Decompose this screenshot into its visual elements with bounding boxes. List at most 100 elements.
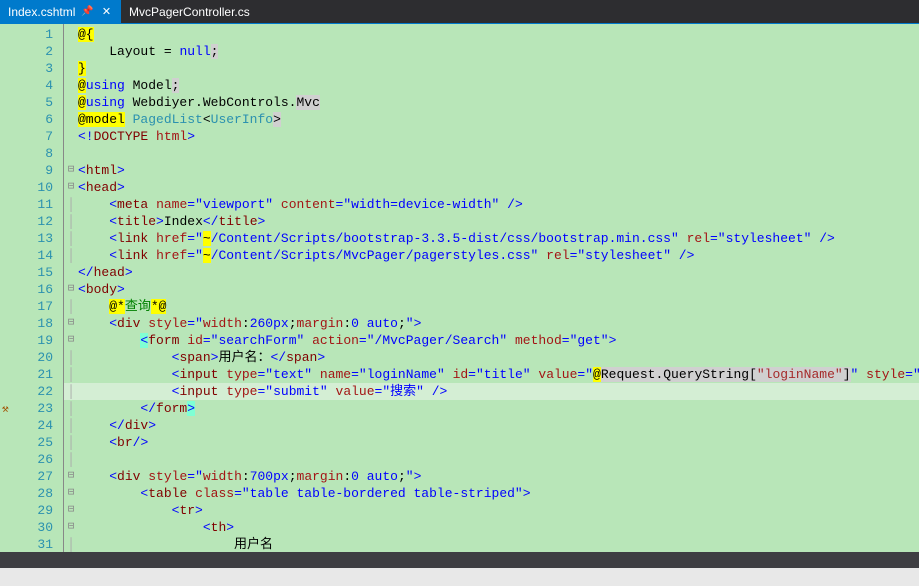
- fold-collapse-icon[interactable]: ⊟: [64, 485, 78, 502]
- fold-collapse-icon[interactable]: ⊟: [64, 502, 78, 519]
- code-line[interactable]: │ <link href="~/Content/Scripts/MvcPager…: [64, 247, 919, 264]
- line-number[interactable]: 17: [0, 298, 63, 315]
- code-content: @model PagedList<UserInfo>: [78, 112, 281, 127]
- code-line[interactable]: ⊟ <tr>: [64, 502, 919, 519]
- line-number[interactable]: 29: [0, 502, 63, 519]
- code-content: <!DOCTYPE html>: [78, 129, 195, 144]
- line-number[interactable]: 28: [0, 485, 63, 502]
- code-line[interactable]: │ <input type="text" name="loginName" id…: [64, 366, 919, 383]
- code-line[interactable]: │ <input type="submit" value="搜索" />: [64, 383, 919, 400]
- code-line[interactable]: ⊟ <table class="table table-bordered tab…: [64, 485, 919, 502]
- fold-guide: │: [64, 400, 78, 417]
- fold-collapse-icon[interactable]: ⊟: [64, 332, 78, 349]
- line-number[interactable]: 5: [0, 94, 63, 111]
- horizontal-scrollbar[interactable]: [0, 552, 919, 568]
- fold-collapse-icon[interactable]: ⊟: [64, 179, 78, 196]
- line-number[interactable]: 16: [0, 281, 63, 298]
- line-number[interactable]: 18: [0, 315, 63, 332]
- fold-guide: │: [64, 247, 78, 264]
- code-content: <input type="text" name="loginName" id="…: [78, 367, 919, 382]
- line-number[interactable]: 2: [0, 43, 63, 60]
- line-number[interactable]: 31: [0, 536, 63, 552]
- code-line[interactable]: @using Webdiyer.WebControls.Mvc: [64, 94, 919, 111]
- code-line[interactable]: │ @*查询*@: [64, 298, 919, 315]
- code-line[interactable]: ⊟<html>: [64, 162, 919, 179]
- fold-guide: │: [64, 434, 78, 451]
- line-number[interactable]: 6: [0, 111, 63, 128]
- line-number[interactable]: 19: [0, 332, 63, 349]
- fold-collapse-icon[interactable]: ⊟: [64, 281, 78, 298]
- line-number[interactable]: 14: [0, 247, 63, 264]
- fold-guide: │: [64, 366, 78, 383]
- line-number[interactable]: 22: [0, 383, 63, 400]
- code-line[interactable]: <!DOCTYPE html>: [64, 128, 919, 145]
- fold-collapse-icon[interactable]: ⊟: [64, 468, 78, 485]
- tab-label: MvcPagerController.cs: [129, 5, 250, 19]
- line-number[interactable]: 3: [0, 60, 63, 77]
- line-number[interactable]: 21: [0, 366, 63, 383]
- code-content: <br/>: [78, 435, 148, 450]
- code-content: </div>: [78, 418, 156, 433]
- pin-icon[interactable]: 📌: [81, 6, 93, 17]
- fold-collapse-icon[interactable]: ⊟: [64, 519, 78, 536]
- code-line[interactable]: │ <br/>: [64, 434, 919, 451]
- line-number[interactable]: 25: [0, 434, 63, 451]
- line-number-gutter[interactable]: 1234567891011121314151617181920212223⚒24…: [0, 24, 64, 552]
- code-line[interactable]: }: [64, 60, 919, 77]
- code-line[interactable]: [64, 145, 919, 162]
- code-line[interactable]: Layout = null;: [64, 43, 919, 60]
- tab-index-cshtml[interactable]: Index.cshtml 📌 ✕: [0, 0, 121, 23]
- code-area[interactable]: @{ Layout = null; } @using Model; @using…: [64, 24, 919, 552]
- line-number[interactable]: 11: [0, 196, 63, 213]
- line-number[interactable]: 26: [0, 451, 63, 468]
- code-line[interactable]: ⊟<head>: [64, 179, 919, 196]
- line-number[interactable]: 9: [0, 162, 63, 179]
- code-line[interactable]: ⊟ <div style="width:700px;margin:0 auto;…: [64, 468, 919, 485]
- code-line[interactable]: │ 用户名: [64, 536, 919, 552]
- close-icon[interactable]: ✕: [100, 5, 113, 18]
- code-line[interactable]: @{: [64, 26, 919, 43]
- code-line[interactable]: ⊟<body>: [64, 281, 919, 298]
- fold-guide: [64, 43, 78, 60]
- line-number[interactable]: 15: [0, 264, 63, 281]
- code-content: <div style="width:700px;margin:0 auto;">: [78, 469, 421, 484]
- fold-guide: [64, 94, 78, 111]
- code-line[interactable]: │ <meta name="viewport" content="width=d…: [64, 196, 919, 213]
- code-line[interactable]: │ <title>Index</title>: [64, 213, 919, 230]
- code-content: <table class="table table-bordered table…: [78, 486, 531, 501]
- line-number[interactable]: 30: [0, 519, 63, 536]
- line-number[interactable]: 1: [0, 26, 63, 43]
- code-line[interactable]: ⊟ <form id="searchForm" action="/MvcPage…: [64, 332, 919, 349]
- line-number[interactable]: 12: [0, 213, 63, 230]
- code-line[interactable]: │: [64, 451, 919, 468]
- code-line[interactable]: │ </form>: [64, 400, 919, 417]
- code-content: <head>: [78, 180, 125, 195]
- code-content: <form id="searchForm" action="/MvcPager/…: [78, 333, 616, 348]
- code-line[interactable]: ⊟ <div style="width:260px;margin:0 auto;…: [64, 315, 919, 332]
- fold-guide: [64, 145, 78, 162]
- line-number[interactable]: 23⚒: [0, 400, 63, 417]
- code-line[interactable]: @model PagedList<UserInfo>: [64, 111, 919, 128]
- code-line[interactable]: @using Model;: [64, 77, 919, 94]
- line-number[interactable]: 4: [0, 77, 63, 94]
- code-line[interactable]: ⊟ <th>: [64, 519, 919, 536]
- fold-guide: │: [64, 417, 78, 434]
- line-number[interactable]: 13: [0, 230, 63, 247]
- fold-collapse-icon[interactable]: ⊟: [64, 162, 78, 179]
- fold-collapse-icon[interactable]: ⊟: [64, 315, 78, 332]
- code-content: </head>: [78, 265, 133, 280]
- line-number[interactable]: 10: [0, 179, 63, 196]
- line-number[interactable]: 27: [0, 468, 63, 485]
- code-line[interactable]: </head>: [64, 264, 919, 281]
- line-number[interactable]: 24: [0, 417, 63, 434]
- line-number[interactable]: 7: [0, 128, 63, 145]
- code-line[interactable]: │ <link href="~/Content/Scripts/bootstra…: [64, 230, 919, 247]
- fold-guide: │: [64, 230, 78, 247]
- code-line[interactable]: │ <span>用户名：</span>: [64, 349, 919, 366]
- code-content: @using Model;: [78, 78, 179, 93]
- tab-mvcpager-controller[interactable]: MvcPagerController.cs: [121, 0, 258, 23]
- line-number[interactable]: 20: [0, 349, 63, 366]
- code-line[interactable]: │ </div>: [64, 417, 919, 434]
- fold-guide: [64, 128, 78, 145]
- line-number[interactable]: 8: [0, 145, 63, 162]
